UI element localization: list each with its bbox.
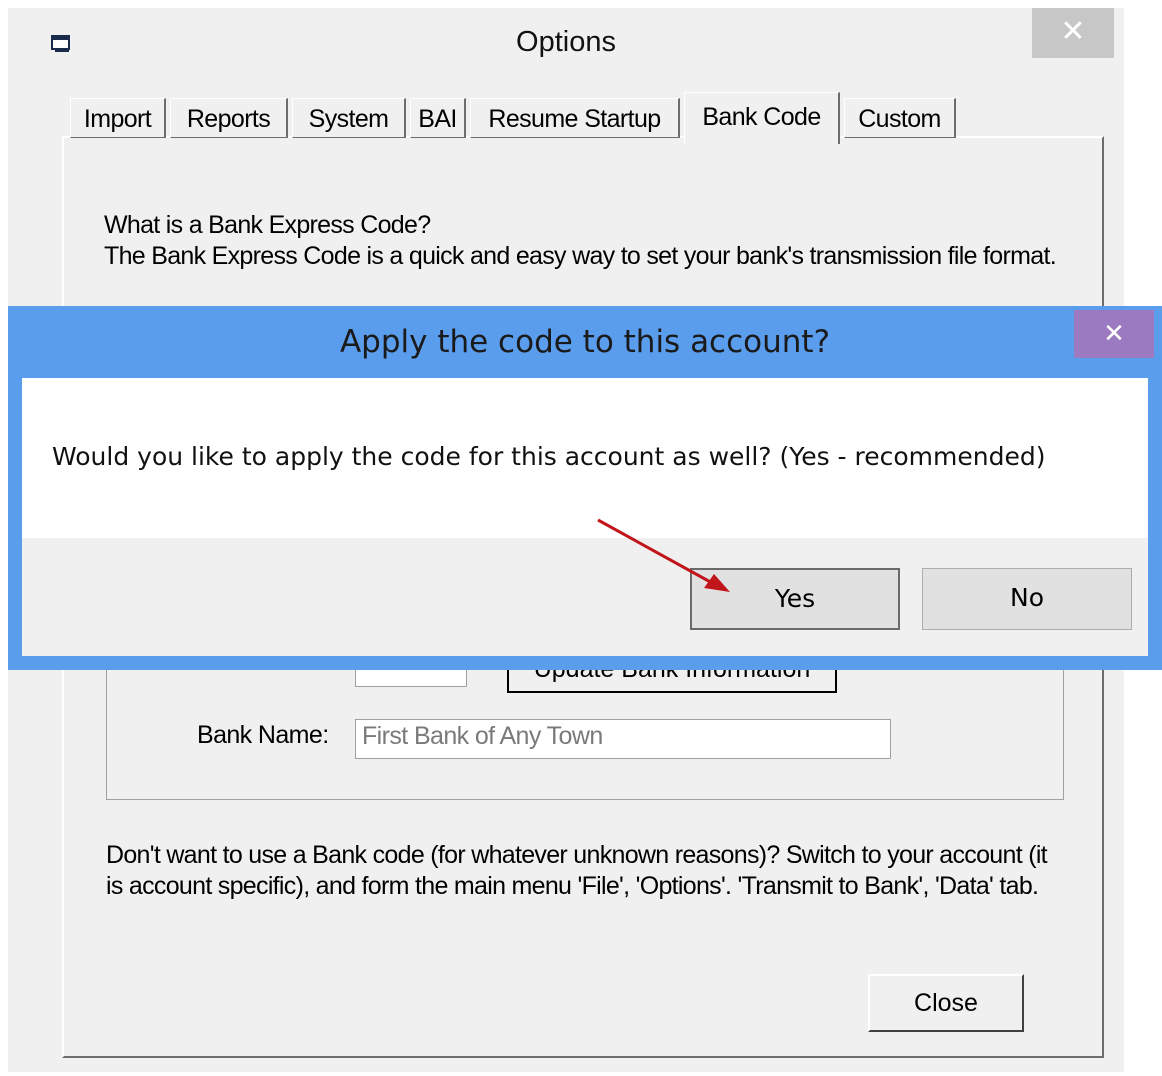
close-button[interactable]: Close — [868, 974, 1024, 1032]
dialog-footer: Yes No — [22, 538, 1148, 656]
options-title: Options — [516, 26, 616, 58]
dialog-message: Would you like to apply the code for thi… — [52, 442, 1046, 471]
dialog-title: Apply the code to this account? — [339, 324, 831, 360]
tab-custom[interactable]: Custom — [844, 98, 956, 138]
options-title-bar: Options ✕ — [8, 8, 1124, 84]
tab-bank-code[interactable]: Bank Code — [684, 92, 840, 144]
tab-resume-startup[interactable]: Resume Startup — [470, 98, 680, 138]
tab-system[interactable]: System — [292, 98, 406, 138]
apply-code-dialog: Apply the code to this account? ✕ Would … — [8, 306, 1162, 670]
tab-strip: Import Reports System BAI Resume Startup Bank… — [70, 92, 970, 144]
no-button[interactable]: No — [922, 568, 1132, 630]
bank-name-label: Bank Name: — [197, 721, 329, 749]
intro-heading: What is a Bank Express Code? — [104, 211, 431, 239]
intro-text: The Bank Express Code is a quick and eas… — [104, 242, 1057, 270]
tab-import[interactable]: Import — [70, 98, 166, 138]
footer-help-text: Don't want to use a Bank code (for whate… — [106, 841, 1048, 900]
dialog-close-button[interactable]: ✕ — [1074, 310, 1154, 358]
yes-button[interactable]: Yes — [690, 568, 900, 630]
options-close-button[interactable]: ✕ — [1032, 8, 1114, 58]
tab-reports[interactable]: Reports — [170, 98, 288, 138]
bank-name-field[interactable]: First Bank of Any Town — [355, 719, 891, 759]
dialog-body: Would you like to apply the code for thi… — [22, 378, 1148, 538]
tab-bai[interactable]: BAI — [410, 98, 466, 138]
